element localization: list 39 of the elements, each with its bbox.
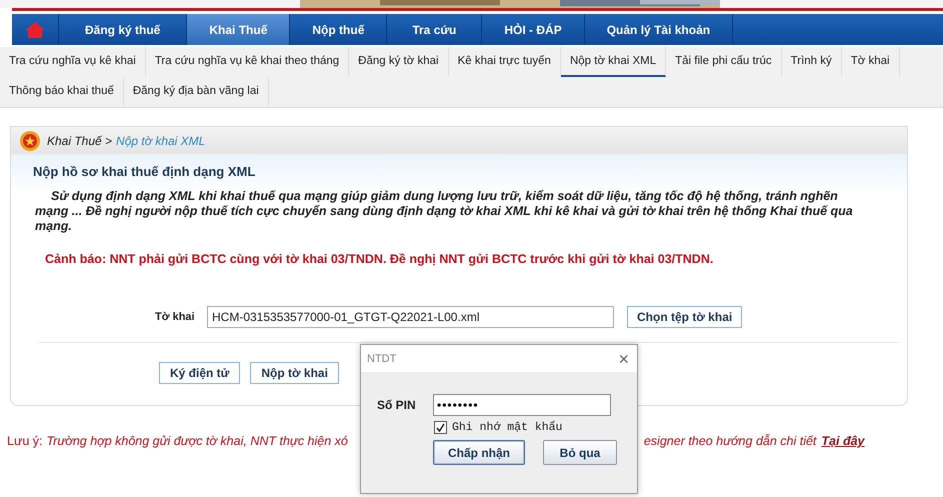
nav-tab[interactable]: Quản lý Tài khoản [584,14,734,45]
nav-tab[interactable]: HỎI - ĐÁP [482,14,585,45]
warning-text: Cảnh báo: NNT phải gửi BCTC cùng với tờ khai 03/TNDN. Đề nghị NNT gửi BCTC trước khi gửi tờ khai 03/TNDN. [45,252,714,266]
section-title: Nộp hồ sơ khai thuế định dạng XML [32,163,256,179]
action-button[interactable]: Ký điện tử [159,362,240,384]
dialog-title: NTDT [367,352,396,364]
note-text: Trường hợp không gửi được tờ khai, NNT thực hiện xó [46,434,348,448]
intro-paragraph: Sử dụng định dạng XML khi khai thuế qua mạng giúp giảm dung lượng lưu trữ, kiểm soát dữ liệu, tăng tốc độ hệ thống, tránh nghẽn mạng ... Đề nghị người nộp thuế tích cực chuyển sang dùng định dạng tờ khai XML khi kê khai và gửi tờ khai trên hệ thống Khai thuế qua mạng. [35,189,854,234]
remember-label: Ghi nhớ mật khẩu [452,421,562,434]
pin-field[interactable]: •••••••• [433,394,611,416]
subnav-tab[interactable]: Tờ khai [842,47,900,77]
remember-checkbox[interactable] [434,421,447,434]
note-label: Lưu ý: [7,434,42,448]
subnav-tab[interactable]: Đăng ký địa bàn vãng lai [124,77,269,107]
breadcrumb-parent[interactable]: Khai Thuế > [47,134,112,148]
action-button[interactable]: Nộp tờ khai [250,362,339,384]
subnav-tab[interactable]: Nộp tờ khai XML [560,47,666,77]
dialog-button[interactable]: Chấp nhận [433,440,525,465]
breadcrumb-current: Nộp tờ khai XML [116,134,206,148]
nav-tab[interactable]: Khai Thuế [187,14,290,45]
file-path-field[interactable]: HCM-0315353577000-01_GTGT-Q22021-L00.xml [207,306,614,328]
subnav-tab[interactable]: Trình ký [782,47,842,77]
note-text: esigner theo hướng dẫn chi tiết [644,434,816,448]
subnav-tab[interactable]: Tra cứu nghĩa vụ kê khai [0,47,146,77]
subnav-tab[interactable]: Đăng ký tờ khai [349,47,449,77]
emblem-icon [19,130,41,152]
subnav-tab[interactable]: Tra cứu nghĩa vụ kê khai theo tháng [146,47,350,77]
dialog-button[interactable]: Bỏ qua [543,440,617,465]
subnav-tab[interactable]: Tải file phi cấu trúc [666,47,782,77]
nav-tab[interactable]: Tra cứu [387,14,482,45]
nav-tab[interactable]: Nộp thuế [290,14,388,45]
home-icon [24,20,46,38]
choose-file-button[interactable]: Chọn tệp tờ khai [627,306,742,328]
field-label: Tờ khai [155,311,196,323]
subnav-tab[interactable]: Thông báo khai thuế [0,77,124,107]
pin-label: Số PIN [377,398,417,412]
close-button[interactable]: × [618,350,629,368]
subnav-tab[interactable]: Kê khai trực tuyến [448,47,561,77]
details-link[interactable]: Tại đây [821,434,864,448]
